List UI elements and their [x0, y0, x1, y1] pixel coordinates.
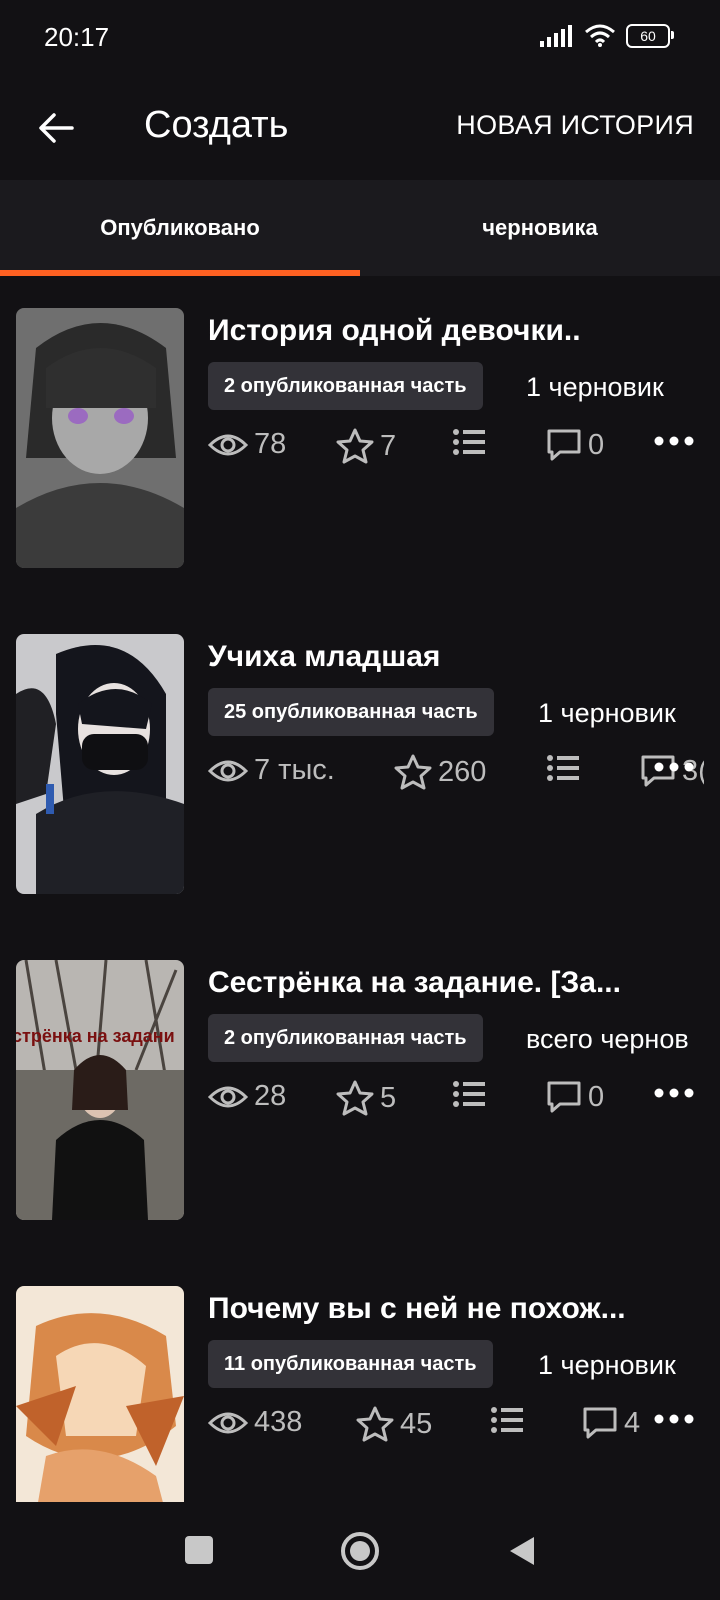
parts-stat[interactable] — [452, 1080, 486, 1108]
views-count: 78 — [254, 428, 287, 460]
signal-icon — [540, 25, 572, 47]
eye-icon — [208, 434, 248, 455]
drafts-count: 1 черновик — [538, 698, 676, 728]
votes-stat: 260 — [394, 754, 486, 790]
status-bar: 20:17 60 — [0, 0, 720, 80]
story-list: История одной девочки.. 2 опубликованная… — [0, 276, 720, 1502]
list-icon[interactable] — [546, 754, 580, 782]
views-count: 28 — [254, 1080, 287, 1112]
wifi-icon — [585, 24, 615, 47]
drafts-count: 1 черновик — [526, 372, 664, 402]
votes-stat: 45 — [356, 1406, 432, 1442]
votes-stat: 5 — [336, 1080, 396, 1116]
published-parts-badge: 2 опубликованная часть — [208, 362, 483, 410]
story-cover[interactable] — [16, 308, 184, 568]
story-cover[interactable]: стрёнка на задани — [16, 960, 184, 1220]
story-title[interactable]: Сестрёнка на задание. [За... — [208, 966, 708, 1000]
more-dots-icon[interactable] — [654, 1088, 694, 1098]
tabs: Опубликовано черновика — [0, 180, 720, 277]
nav-square-icon[interactable] — [184, 1535, 214, 1565]
parts-stat[interactable] — [452, 428, 486, 456]
story-title[interactable]: Учиха младшая — [208, 640, 708, 674]
drafts-count: всего чернов — [526, 1024, 689, 1054]
more-dots-icon[interactable] — [654, 436, 694, 446]
story-title[interactable]: Почему вы с ней не похож... — [208, 1292, 708, 1326]
new-story-button[interactable]: НОВАЯ ИСТОРИЯ — [456, 110, 694, 141]
status-icons: 60 — [540, 24, 674, 48]
battery-icon: 60 — [626, 24, 674, 48]
comments-stat: 0 — [546, 1080, 604, 1114]
status-time: 20:17 — [44, 22, 110, 52]
story-cover[interactable] — [16, 634, 184, 894]
parts-stat[interactable] — [490, 1406, 524, 1434]
system-nav-bar — [0, 1502, 720, 1600]
star-icon — [394, 754, 432, 790]
comment-icon — [547, 429, 581, 461]
views-count: 438 — [254, 1406, 303, 1438]
story-row[interactable]: стрёнка на задани Сестрёнка на задание. … — [0, 928, 720, 1256]
story-cover[interactable] — [16, 1286, 184, 1502]
comments-stat: 4 — [582, 1406, 640, 1440]
votes-count: 260 — [438, 755, 487, 788]
star-icon — [356, 1406, 394, 1442]
votes-count: 45 — [400, 1407, 433, 1440]
views-stat: 438 — [208, 1406, 302, 1439]
comments-count: 0 — [588, 428, 605, 461]
comments-count: 0 — [588, 1080, 605, 1113]
page-title: Создать — [144, 104, 289, 146]
eye-icon — [208, 1086, 248, 1107]
cover-caption: стрёнка на задани — [16, 1026, 175, 1046]
story-row[interactable]: Почему вы с ней не похож... 11 опубликов… — [0, 1254, 720, 1502]
published-parts-badge: 25 опубликованная часть — [208, 688, 494, 736]
views-stat: 7 тыс. — [208, 754, 335, 787]
published-parts-badge: 11 опубликованная часть — [208, 1340, 493, 1388]
comments-stat: 0 — [546, 428, 604, 462]
views-count: 7 тыс. — [254, 754, 335, 786]
eye-icon — [208, 1412, 248, 1433]
back-arrow-icon[interactable] — [36, 108, 76, 148]
list-icon[interactable] — [452, 1080, 486, 1108]
published-parts-badge: 2 опубликованная часть — [208, 1014, 483, 1062]
comments-count: 4 — [624, 1406, 641, 1439]
app-bar: Создать НОВАЯ ИСТОРИЯ — [0, 80, 720, 180]
list-icon[interactable] — [452, 428, 486, 456]
views-stat: 28 — [208, 1080, 286, 1113]
more-dots-icon[interactable] — [654, 762, 694, 772]
tab-drafts[interactable]: черновика — [360, 180, 720, 276]
star-icon — [336, 1080, 374, 1116]
story-row[interactable]: История одной девочки.. 2 опубликованная… — [0, 276, 720, 604]
nav-back-triangle-icon[interactable] — [508, 1535, 536, 1567]
tab-published[interactable]: Опубликовано — [0, 180, 360, 276]
comment-icon — [583, 1407, 617, 1439]
story-title[interactable]: История одной девочки.. — [208, 314, 708, 348]
parts-stat[interactable] — [546, 754, 580, 782]
eye-icon — [208, 760, 248, 781]
votes-stat: 7 — [336, 428, 396, 464]
views-stat: 78 — [208, 428, 286, 461]
comment-icon — [547, 1081, 581, 1113]
star-icon — [336, 428, 374, 464]
battery-level: 60 — [640, 28, 656, 44]
drafts-count: 1 черновик — [538, 1350, 676, 1380]
more-dots-icon[interactable] — [654, 1414, 694, 1424]
list-icon[interactable] — [490, 1406, 524, 1434]
votes-count: 5 — [380, 1081, 397, 1114]
nav-circle-icon[interactable] — [340, 1531, 380, 1571]
story-row[interactable]: Учиха младшая 25 опубликованная часть 1 … — [0, 602, 720, 930]
votes-count: 7 — [380, 429, 397, 462]
